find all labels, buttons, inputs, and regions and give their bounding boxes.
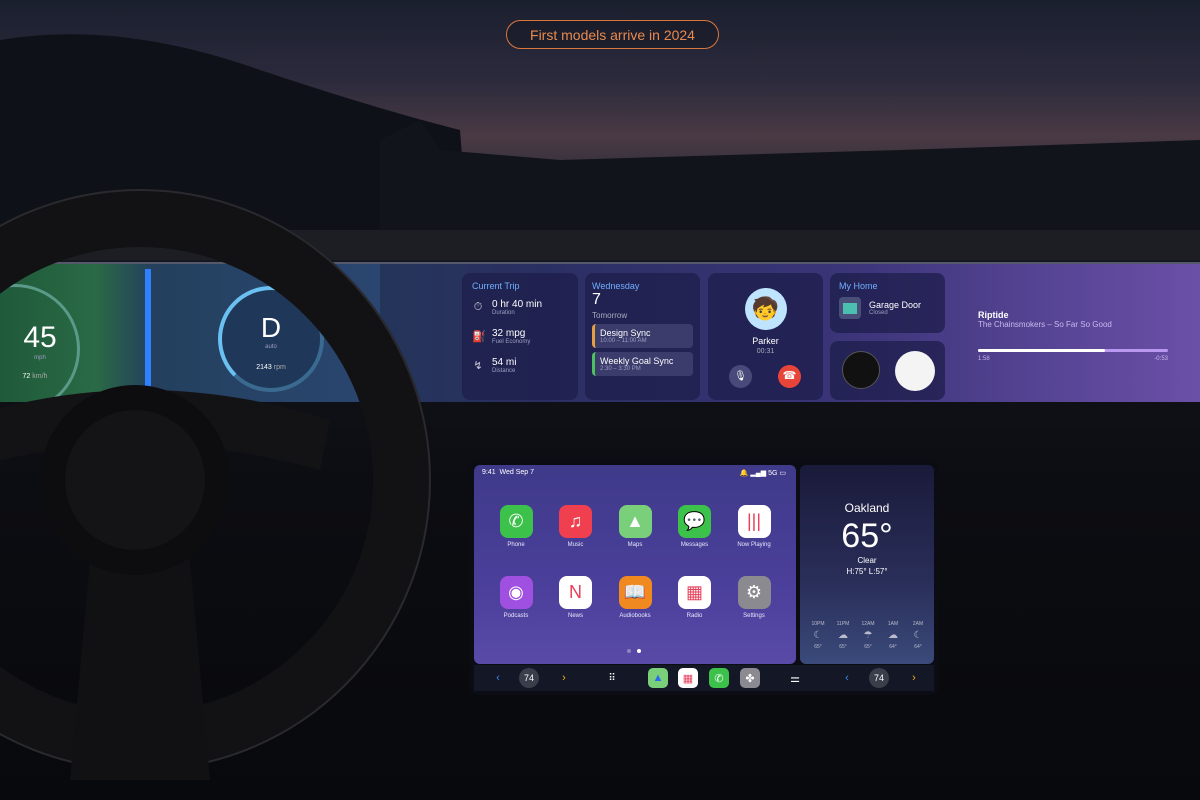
steering-wheel — [0, 189, 431, 780]
